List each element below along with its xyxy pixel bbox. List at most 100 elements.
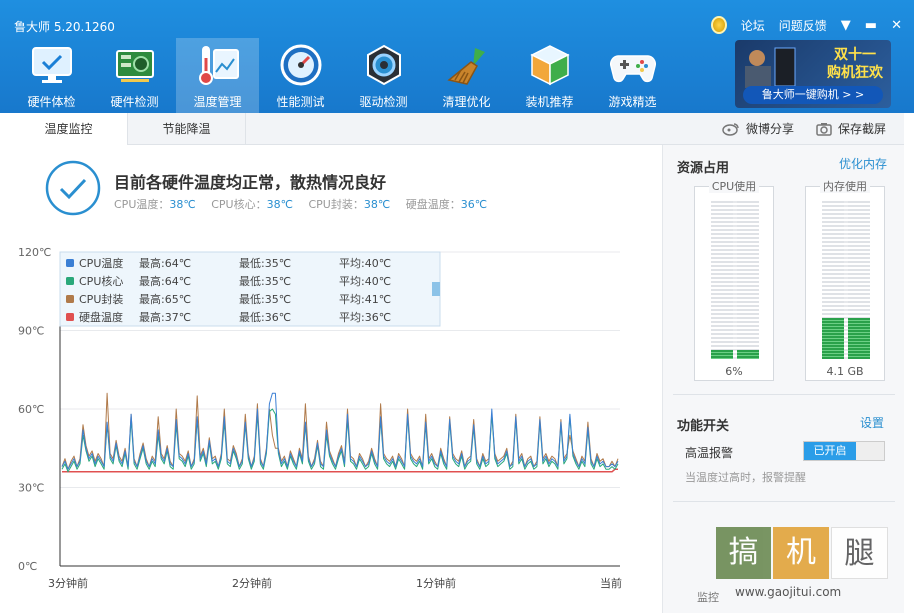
divider (673, 394, 895, 395)
x-tick-label: 当前 (600, 576, 622, 590)
nav-label: 装机推荐 (525, 95, 574, 109)
legend-swatch (66, 259, 74, 267)
y-tick-label: 60℃ (18, 403, 44, 416)
nav-build-recommend[interactable]: 装机推荐 (508, 38, 591, 113)
cpu-usage-value: 6% (725, 365, 743, 378)
legend-text: 最低:35℃ (239, 275, 291, 288)
nav-driver[interactable]: 驱动检测 (342, 38, 425, 113)
thermometer-icon (195, 42, 241, 88)
nav-temperature[interactable]: 温度管理 (176, 38, 259, 113)
memory-usage-value: 4.1 GB (826, 365, 864, 378)
legend-swatch (66, 277, 74, 285)
settings-link[interactable]: 设置 (860, 414, 884, 431)
tab-temperature-monitor[interactable]: 温度监控 (10, 113, 128, 145)
alarm-description: 当温度过高时，报警提醒 (685, 471, 806, 484)
high-temp-alarm-toggle[interactable]: 已开启 (803, 441, 885, 461)
promo-one-click-buy[interactable]: 鲁大师一键购机 > > (743, 86, 883, 104)
cpu-usage-meter: CPU使用 6% (694, 180, 774, 381)
chart-legend: CPU温度 最高:64℃ 最低:35℃ 平均:40℃CPU核心 最高:64℃ 最低:35℃… (59, 251, 441, 327)
promo-title: 双十一 购机狂欢 (827, 47, 883, 81)
minimize-icon[interactable]: ▬ (865, 18, 877, 33)
speedometer-icon (278, 42, 324, 88)
medal-icon[interactable] (710, 16, 727, 34)
window-controls: 论坛 问题反馈 ▼ ▬ ✕ (710, 16, 902, 34)
cpu-package-value: 38℃ (363, 198, 391, 211)
nav-games[interactable]: 游戏精选 (591, 38, 674, 113)
status-summary: 目前各硬件温度均正常，散热情况良好 CPU温度：38℃ CPU核心：38℃ CP… (44, 159, 487, 220)
y-tick-label: 0℃ (18, 560, 37, 573)
cpu-core-value: 38℃ (266, 198, 293, 211)
sub-tabbar: 温度监控 节能降温 微博分享 保存截屏 (10, 113, 904, 145)
series-line-3 (62, 468, 618, 473)
legend-text: 平均:36℃ (339, 311, 391, 324)
legend-text: 平均:40℃ (339, 275, 391, 288)
x-tick-label: 1分钟前 (416, 576, 456, 590)
legend-swatch (66, 313, 74, 321)
nav-hardware-checkup[interactable]: 硬件体检 (10, 38, 93, 113)
nav-label: 温度管理 (193, 95, 242, 109)
feedback-link[interactable]: 问题反馈 (779, 17, 827, 34)
function-switch-title: 功能开关 (677, 419, 730, 434)
promo-character-icon (745, 47, 796, 88)
cpu-usage-fill (711, 349, 733, 359)
status-temperatures: CPU温度：38℃ CPU核心：38℃ CPU封装：38℃ 硬盘温度：36℃ (114, 198, 488, 211)
x-tick-label: 3分钟前 (48, 576, 88, 590)
check-circle-icon (45, 160, 101, 216)
footer-monitor-text: 监控 (697, 591, 719, 604)
legend-text: 平均:41℃ (339, 293, 391, 306)
legend-text: CPU温度 (79, 256, 123, 270)
chart-y-ticks: 0℃ 30℃ 60℃ 90℃ 120℃ (18, 246, 51, 573)
chart-x-ticks: 3分钟前 2分钟前 1分钟前 当前 (48, 576, 622, 590)
memory-usage-fill (848, 317, 870, 359)
broom-icon (444, 42, 490, 88)
app-window: 鲁大师 5.20.1260 论坛 问题反馈 ▼ ▬ ✕ 硬件体检 硬件检测 温度… (0, 0, 914, 613)
nav-cleanup[interactable]: 清理优化 (425, 38, 508, 113)
legend-text: 最高:37℃ (139, 310, 191, 324)
nav-label: 游戏精选 (608, 95, 657, 109)
collapse-legend-icon (432, 282, 440, 296)
menu-dropdown-icon[interactable]: ▼ (841, 18, 851, 33)
camera-icon (816, 123, 832, 136)
monitor-check-icon (29, 42, 75, 88)
legend-text: 最高:64℃ (139, 256, 191, 270)
site-watermark: 搞 机 腿 (716, 527, 888, 579)
weibo-icon (722, 123, 739, 136)
y-tick-label: 30℃ (18, 482, 44, 495)
save-screenshot-button[interactable]: 保存截屏 (816, 113, 886, 145)
legend-text: CPU核心 (79, 274, 123, 288)
weibo-share-button[interactable]: 微博分享 (722, 113, 794, 145)
series-line-1 (61, 408, 619, 473)
legend-text: 硬盘温度 (79, 310, 123, 324)
chart-series (61, 392, 619, 473)
legend-text: 最低:35℃ (239, 257, 291, 270)
cpu-temp-value: 38℃ (169, 198, 196, 211)
y-tick-label: 120℃ (18, 246, 51, 259)
nav-hardware-detect[interactable]: 硬件检测 (93, 38, 176, 113)
temperature-panel: 目前各硬件温度均正常，散热情况良好 CPU温度：38℃ CPU核心：38℃ CP… (10, 145, 662, 613)
header: 鲁大师 5.20.1260 论坛 问题反馈 ▼ ▬ ✕ 硬件体检 硬件检测 温度… (0, 0, 914, 113)
y-tick-label: 90℃ (18, 325, 44, 338)
series-line-0 (61, 392, 619, 470)
nav-label: 性能测试 (276, 95, 325, 109)
memory-usage-fill (822, 317, 844, 359)
gear-icon (361, 42, 407, 88)
optimize-memory-link[interactable]: 优化内存 (839, 155, 887, 172)
nav-label: 驱动检测 (359, 95, 408, 109)
nav-label: 清理优化 (442, 95, 491, 109)
promo-banner[interactable]: 双十一 购机狂欢 鲁大师一键购机 > > (735, 40, 891, 108)
legend-text: 最高:65℃ (139, 292, 191, 306)
status-title: 目前各硬件温度均正常，散热情况良好 (114, 173, 387, 192)
cpu-usage-fill (737, 349, 759, 359)
watermark-url: www.gaojitui.com (735, 585, 842, 599)
forum-link[interactable]: 论坛 (741, 17, 765, 34)
high-temp-alarm-label: 高温报警 (685, 446, 734, 460)
nav-performance[interactable]: 性能测试 (259, 38, 342, 113)
resources-title: 资源占用 (677, 161, 730, 176)
disk-temp-value: 36℃ (460, 198, 488, 211)
legend-text: CPU封装 (79, 292, 123, 306)
temperature-chart: 0℃30℃60℃90℃120℃ 3分钟前 2分钟前 1分钟前 当前 CPU温度 最高:6… (18, 246, 622, 590)
toggle-state: 已开启 (804, 442, 856, 460)
tab-energy-cooling[interactable]: 节能降温 (128, 113, 246, 145)
main-nav: 硬件体检 硬件检测 温度管理 性能测试 驱动检测 清理优化 装机推荐 游戏精选 (10, 38, 674, 113)
close-icon[interactable]: ✕ (891, 18, 902, 33)
